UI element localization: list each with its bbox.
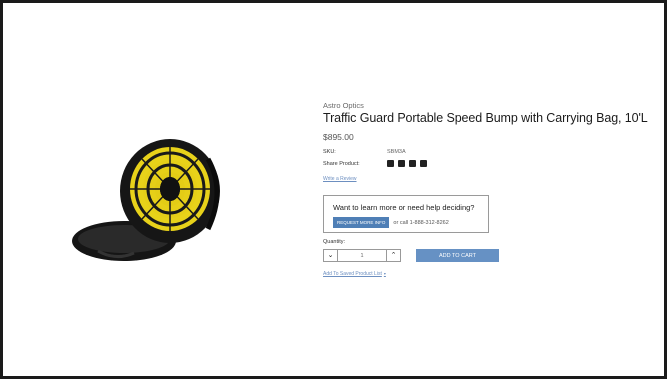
help-box: Want to learn more or need help deciding… [323, 195, 489, 233]
product-image [72, 139, 220, 261]
twitter-icon[interactable] [409, 160, 416, 167]
help-row: REQUEST MORE INFO or call 1-888-312-8262 [333, 217, 488, 228]
request-info-button[interactable]: REQUEST MORE INFO [333, 217, 390, 228]
share-row: Share Product: [323, 160, 663, 167]
increment-button[interactable]: ⌃ [387, 250, 400, 261]
share-label: Share Product: [323, 160, 360, 167]
call-text: or call 1-888-312-8262 [393, 219, 449, 226]
linkedin-icon[interactable] [420, 160, 427, 167]
sku-value: SBM3A [387, 149, 406, 155]
email-icon[interactable] [398, 160, 405, 167]
product-price: $895.00 [323, 132, 354, 142]
page-frame: Astro Optics Traffic Guard Portable Spee… [0, 0, 667, 379]
chevron-down-icon: ▾ [383, 271, 386, 276]
add-to-cart-button[interactable]: ADD TO CART [416, 249, 499, 262]
facebook-icon[interactable] [387, 160, 394, 167]
quantity-row: ⌄ ⌃ ADD TO CART [323, 249, 663, 262]
sku-label: SKU: [323, 149, 336, 155]
share-icons [387, 160, 427, 167]
saved-list-link[interactable]: Add To Saved Product List ▾ [323, 271, 386, 277]
help-title: Want to learn more or need help deciding… [333, 203, 475, 212]
decrement-button[interactable]: ⌄ [324, 250, 337, 261]
brand-name: Astro Optics [323, 101, 364, 110]
quantity-label: Quantity: [323, 239, 346, 245]
product-info: Astro Optics Traffic Guard Portable Spee… [323, 101, 663, 280]
write-review-link[interactable]: Write a Review [323, 176, 357, 182]
product-title: Traffic Guard Portable Speed Bump with C… [323, 111, 648, 125]
quantity-stepper: ⌄ ⌃ [323, 249, 401, 262]
sku-row: SKU: SBM3A [323, 149, 663, 155]
quantity-input[interactable] [337, 250, 387, 261]
saved-list-label: Add To Saved Product List [323, 271, 382, 277]
